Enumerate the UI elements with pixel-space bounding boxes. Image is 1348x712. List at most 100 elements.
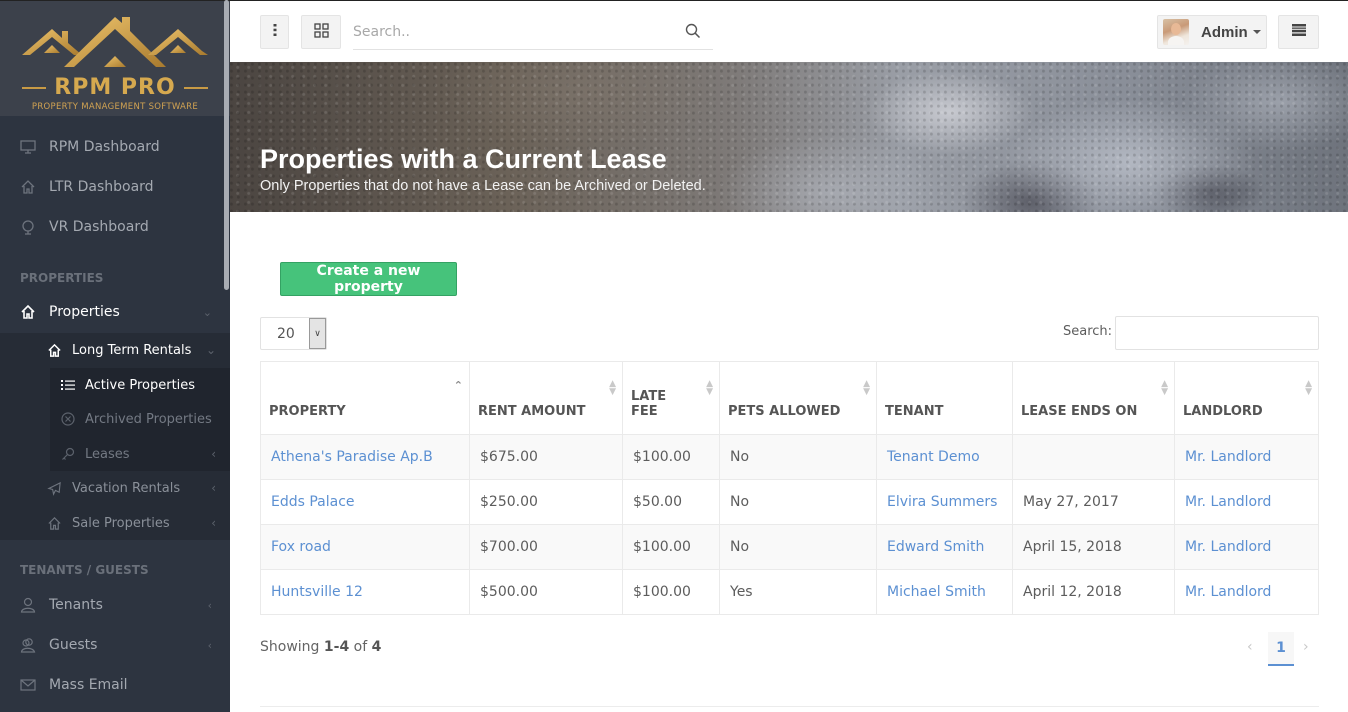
sidebar-item-properties[interactable]: Properties ⌄ [0, 292, 224, 332]
roof-logo-icon [22, 17, 208, 67]
sidebar-item-label: Active Properties [85, 377, 196, 393]
pets-cell: No [719, 434, 877, 480]
landlord-link[interactable]: Mr. Landlord [1185, 494, 1271, 510]
pets-cell: No [719, 479, 877, 525]
search-icon[interactable] [685, 23, 701, 43]
sort-icon: ▲ ▼ [706, 379, 713, 397]
pets-cell: No [719, 524, 877, 570]
vertical-ellipsis-icon [273, 24, 277, 40]
landlord-link[interactable]: Mr. Landlord [1185, 539, 1271, 555]
sidebar-item-label: RPM Dashboard [49, 139, 160, 155]
table-search-label: Search: [1063, 324, 1113, 339]
caret-down-icon [1252, 30, 1261, 34]
sidebar-item-guests[interactable]: Guests ‹ [0, 625, 224, 665]
lease-ends-cell: May 27, 2017 [1012, 479, 1175, 525]
sidebar: RPM PRO PROPERTY MANAGEMENT SOFTWARE RPM… [0, 0, 230, 712]
sidebar-item-label: Archived Properties [85, 411, 212, 427]
create-property-button[interactable]: Create a new property [280, 262, 457, 296]
lease-ends-cell: April 12, 2018 [1012, 569, 1175, 615]
sidebar-item-tenants[interactable]: Tenants ‹ [0, 585, 224, 625]
chevron-left-icon: ‹ [211, 481, 216, 495]
sidebar-item-label: Leases [85, 446, 130, 462]
tenant-link[interactable]: Elvira Summers [887, 494, 997, 510]
sidebar-item-label: Vacation Rentals [72, 480, 181, 496]
column-header-late-fee[interactable]: Late Fee ▲ ▼ [622, 361, 720, 435]
sidebar-item-archived-properties[interactable]: Archived Properties [60, 402, 224, 436]
pagination-next-button[interactable]: › [1303, 639, 1309, 655]
sidebar-item-long-term-rentals[interactable]: Long Term Rentals ⌄ [46, 333, 224, 367]
chevron-left-icon: ‹ [211, 447, 216, 461]
sidebar-item-label: Tenants [49, 597, 103, 613]
late-fee-cell: $100.00 [622, 434, 720, 480]
table-search-input[interactable] [1115, 316, 1319, 350]
column-header-rent-amount[interactable]: Rent Amount ▲ ▼ [469, 361, 623, 435]
sidebar-item-label: Guests [49, 637, 98, 653]
table-row: Fox road $700.00 $100.00 No Edward Smith… [260, 524, 1319, 570]
pagination-page-1[interactable]: 1 [1268, 632, 1294, 666]
brand-tagline: PROPERTY MANAGEMENT SOFTWARE [31, 102, 199, 112]
sidebar-item-rpm-dashboard[interactable]: RPM Dashboard [0, 127, 224, 167]
brand-name: RPM PRO [54, 75, 176, 100]
lease-ends-cell: April 15, 2018 [1012, 524, 1175, 570]
property-link[interactable]: Athena's Paradise Ap.B [271, 449, 433, 465]
home-icon [19, 178, 37, 196]
chevron-down-icon: ⌄ [205, 343, 216, 357]
sidebar-item-vr-dashboard[interactable]: VR Dashboard [0, 207, 224, 247]
sidebar-item-vacation-rentals[interactable]: Vacation Rentals ‹ [46, 471, 224, 505]
page-length-select[interactable]: 20 ∨ [260, 317, 327, 350]
column-header-property[interactable]: Property ⌃ [260, 361, 470, 435]
chevron-left-icon: ‹ [211, 516, 216, 530]
divider [260, 706, 1319, 707]
sidebar-item-ltr-dashboard[interactable]: LTR Dashboard [0, 167, 224, 207]
property-link[interactable]: Fox road [271, 539, 331, 555]
sort-icon: ▲ ▼ [609, 379, 616, 397]
more-options-button[interactable] [260, 15, 289, 49]
sidebar-item-label: LTR Dashboard [49, 179, 154, 195]
global-search-input[interactable] [353, 15, 713, 50]
side-overlay-toggle-button[interactable] [1278, 15, 1319, 49]
sidebar-item-label: VR Dashboard [49, 219, 149, 235]
property-link[interactable]: Edds Palace [271, 494, 355, 510]
lease-ends-cell [1012, 434, 1175, 480]
apps-grid-button[interactable] [301, 15, 341, 49]
landlord-link[interactable]: Mr. Landlord [1185, 449, 1271, 465]
late-fee-cell: $100.00 [622, 524, 720, 570]
tasks-icon [1291, 24, 1306, 40]
topbar: Admin [230, 0, 1348, 62]
table-header-row: Property ⌃ Rent Amount ▲ ▼ Late Fee ▲ ▼ Pets A… [260, 361, 1319, 435]
pagination-prev-button[interactable]: ‹ [1247, 639, 1253, 655]
sidebar-scrollbar[interactable] [224, 0, 229, 290]
sidebar-item-leases[interactable]: Leases ‹ [60, 437, 224, 471]
section-heading-properties: PROPERTIES [20, 271, 104, 285]
sidebar-item-label: Mass Email [49, 677, 128, 693]
property-link[interactable]: Huntsville 12 [271, 584, 363, 600]
rent-cell: $500.00 [469, 569, 623, 615]
properties-table: Property ⌃ Rent Amount ▲ ▼ Late Fee ▲ ▼ Pets A… [260, 361, 1319, 615]
tenant-link[interactable]: Michael Smith [887, 584, 986, 600]
rent-cell: $675.00 [469, 434, 623, 480]
sidebar-item-sale-properties[interactable]: Sale Properties ‹ [46, 506, 224, 540]
tenant-link[interactable]: Edward Smith [887, 539, 984, 555]
sort-icon: ▲ ▼ [863, 379, 870, 397]
chevron-down-icon: ⌄ [202, 305, 212, 319]
sidebar-item-label: Properties [49, 304, 120, 320]
key-icon [60, 446, 76, 462]
column-header-landlord[interactable]: Landlord ▲ ▼ [1174, 361, 1319, 435]
home-icon [19, 303, 37, 321]
avatar [1163, 19, 1189, 45]
user-menu-button[interactable]: Admin [1157, 15, 1267, 49]
sidebar-item-label: Long Term Rentals [72, 342, 192, 358]
table-row: Athena's Paradise Ap.B $675.00 $100.00 N… [260, 434, 1319, 480]
chevron-left-icon: ‹ [207, 638, 212, 652]
user-icon [19, 596, 37, 614]
sidebar-item-mass-email[interactable]: Mass Email [0, 665, 224, 705]
column-header-lease-ends-on[interactable]: Lease Ends On ▲ ▼ [1012, 361, 1175, 435]
sidebar-item-active-properties[interactable]: Active Properties [60, 368, 224, 402]
pets-cell: Yes [719, 569, 877, 615]
tenant-link[interactable]: Tenant Demo [887, 449, 980, 465]
envelope-icon [19, 676, 37, 694]
home-icon [46, 515, 62, 531]
column-header-pets-allowed[interactable]: Pets Allowed ▲ ▼ [719, 361, 877, 435]
logo[interactable]: RPM PRO PROPERTY MANAGEMENT SOFTWARE [0, 0, 230, 116]
landlord-link[interactable]: Mr. Landlord [1185, 584, 1271, 600]
